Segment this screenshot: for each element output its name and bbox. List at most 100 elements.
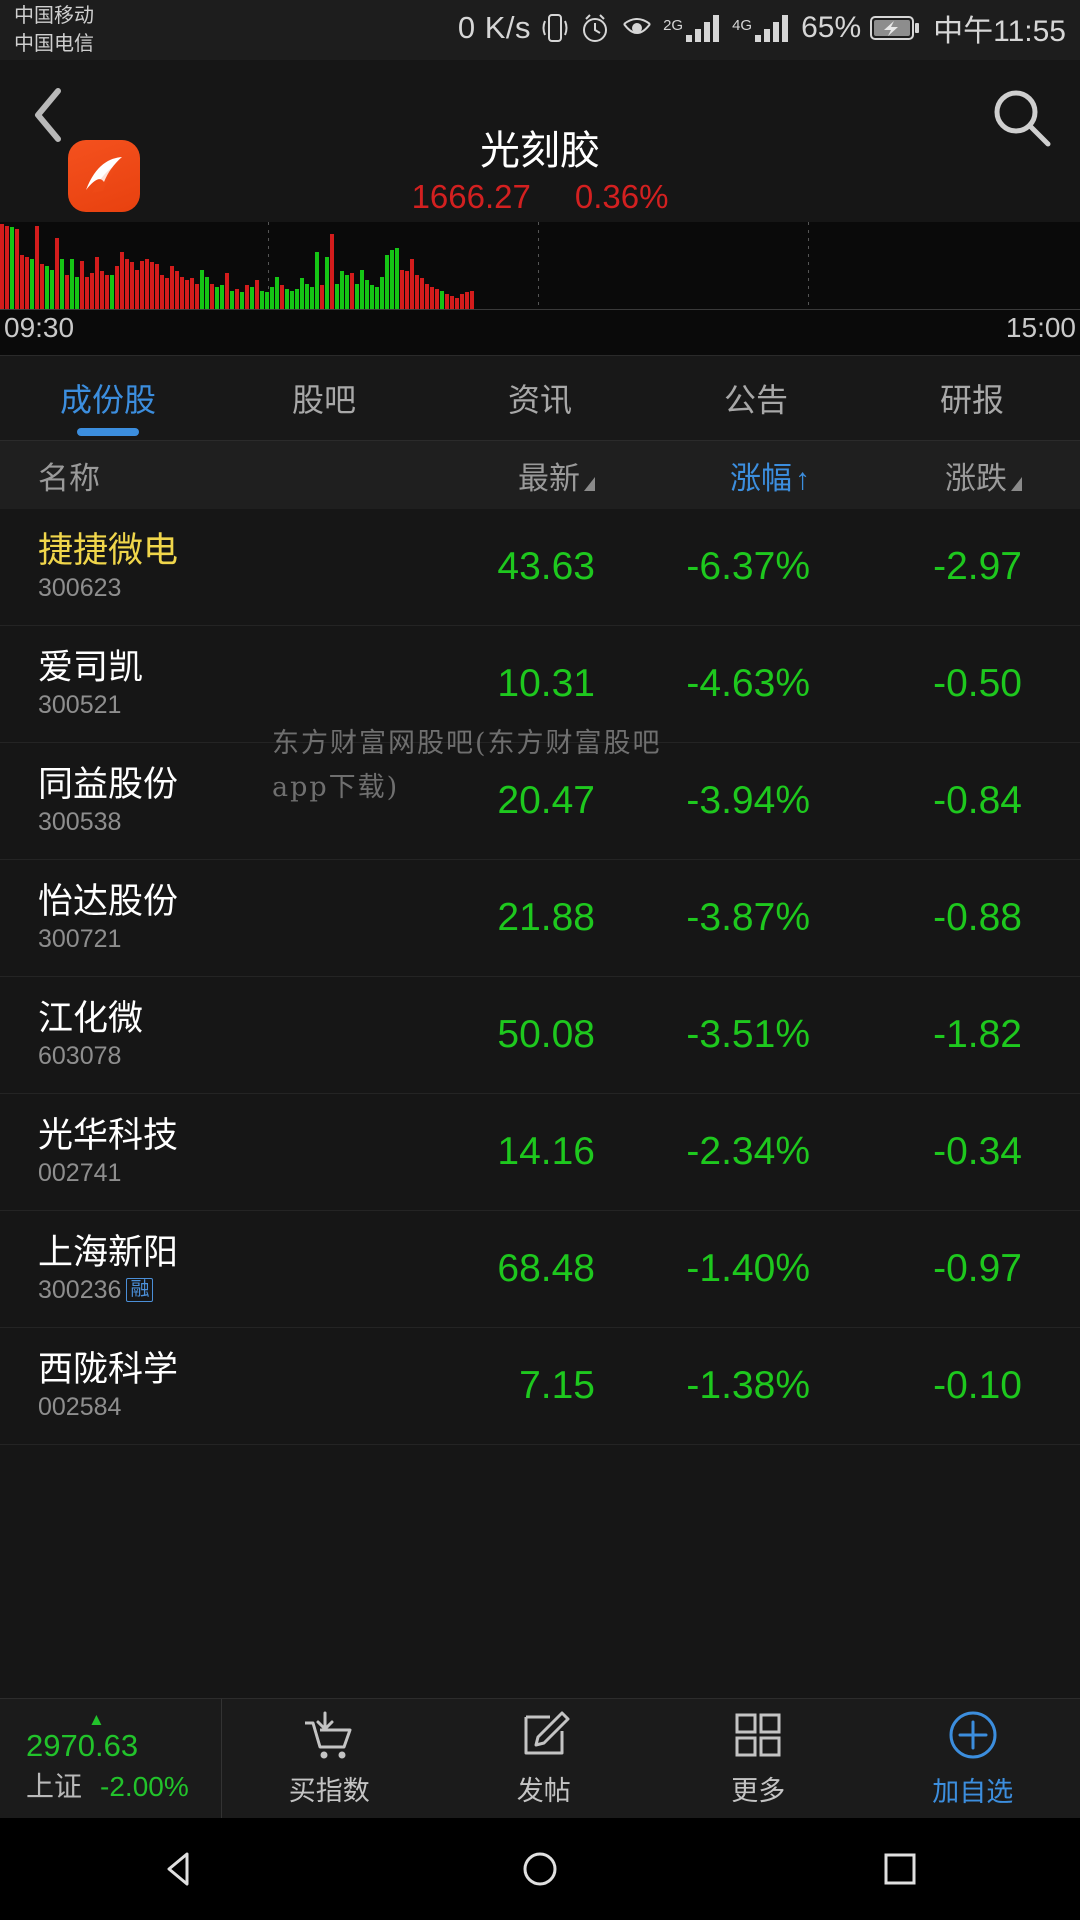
stock-code: 002584 <box>38 1393 122 1421</box>
table-row[interactable]: 同益股份 300538 20.47 -3.94% -0.84 <box>0 743 1080 860</box>
tab-3[interactable]: 公告 <box>648 356 864 440</box>
stock-latest-price: 14.16 <box>497 1130 595 1173</box>
toolbar-buy-index[interactable]: 买指数 <box>222 1709 437 1808</box>
volume-bar <box>85 276 89 310</box>
nav-home-button[interactable] <box>517 1846 563 1892</box>
intraday-volume-chart[interactable] <box>0 222 1080 310</box>
volume-bar <box>165 278 169 310</box>
volume-bar <box>95 257 99 310</box>
volume-bar <box>150 262 154 310</box>
volume-bar <box>35 226 39 310</box>
volume-bar <box>185 280 189 310</box>
stock-name: 西陇科学 <box>38 1350 179 1389</box>
table-row[interactable]: 江化微 603078 50.08 -3.51% -1.82 <box>0 977 1080 1094</box>
volume-bar <box>5 226 9 310</box>
tab-2[interactable]: 资讯 <box>432 356 648 440</box>
volume-bar <box>350 273 354 310</box>
volume-bar <box>155 264 159 310</box>
status-bar: 中国移动 中国电信 0 K/s 2G 4G 65% 中午11:55 <box>0 0 1080 60</box>
stock-latest-price: 7.15 <box>519 1364 595 1407</box>
table-row[interactable]: 上海新阳 300236 融 68.48 -1.40% -0.97 <box>0 1211 1080 1328</box>
stock-name: 爱司凯 <box>38 648 144 687</box>
tab-4[interactable]: 研报 <box>864 356 1080 440</box>
volume-bar <box>75 276 79 310</box>
tab-1[interactable]: 股吧 <box>216 356 432 440</box>
volume-bar <box>470 290 474 310</box>
nav-recents-button[interactable] <box>877 1846 923 1892</box>
table-row[interactable]: 爱司凯 300521 10.31 -4.63% -0.50 <box>0 626 1080 743</box>
index-change-pct: 0.36% <box>574 178 669 215</box>
volume-bar <box>410 258 414 310</box>
volume-bar <box>310 287 314 310</box>
volume-bar <box>460 294 464 310</box>
volume-bar <box>365 280 369 310</box>
toolbar-add-watchlist[interactable]: 加自选 <box>866 1708 1080 1809</box>
stock-name: 江化微 <box>38 999 144 1038</box>
plus-circle-icon <box>949 1711 997 1759</box>
tab-label: 成份股 <box>59 382 156 418</box>
table-row[interactable]: 怡达股份 300721 21.88 -3.87% -0.88 <box>0 860 1080 977</box>
column-latest[interactable]: 最新 <box>395 453 595 498</box>
volume-bar <box>290 290 294 310</box>
volume-bar <box>285 288 289 310</box>
row-name-cell: 江化微 603078 <box>0 998 395 1072</box>
volume-bar <box>105 274 109 310</box>
volume-bar <box>215 287 219 310</box>
column-change-pct[interactable]: 涨幅 ↑ <box>595 453 810 498</box>
volume-bar <box>205 276 209 310</box>
table-column-headers: 名称 最新 涨幅 ↑ 涨跌 <box>0 441 1080 509</box>
volume-bar <box>145 258 149 310</box>
table-row[interactable]: 西陇科学 002584 7.15 -1.38% -0.10 <box>0 1328 1080 1445</box>
toolbar-buy-index-label: 买指数 <box>288 1776 370 1806</box>
stock-code: 300521 <box>38 691 122 719</box>
volume-bar <box>260 290 264 310</box>
stock-change-pct: -1.40% <box>686 1247 810 1290</box>
volume-bar <box>220 285 224 310</box>
volume-bar <box>225 273 229 310</box>
bottom-toolbar: ▲ 2970.63 上证 -2.00% 买指数 发帖 更多 加自选 <box>0 1698 1080 1818</box>
row-name-cell: 光华科技 002741 <box>0 1115 395 1189</box>
volume-bar <box>110 274 114 310</box>
section-tabs[interactable]: 成份股 股吧 资讯 公告 研报 <box>0 356 1080 440</box>
index-price: 1666.27 <box>411 178 531 215</box>
volume-bar <box>320 285 324 310</box>
toolbar-more[interactable]: 更多 <box>651 1709 866 1808</box>
index-summary[interactable]: ▲ 2970.63 上证 -2.00% <box>0 1699 222 1818</box>
stock-list[interactable]: 捷捷微电 300623 43.63 -6.37% -2.97 爱司凯 300521 10.31… <box>0 509 1080 1445</box>
chart-time-end: 15:00 <box>1005 312 1076 343</box>
stock-name: 光华科技 <box>38 1116 179 1155</box>
stock-code: 002741 <box>38 1159 122 1187</box>
volume-bar <box>340 271 344 310</box>
sort-triangle-icon <box>584 476 595 491</box>
nav-home-circle-icon <box>523 1852 557 1886</box>
volume-bar <box>140 260 144 310</box>
toolbar-post[interactable]: 发帖 <box>437 1709 652 1808</box>
signal-2g-icon: 2G <box>663 13 723 43</box>
volume-bar <box>300 278 304 310</box>
volume-bar <box>435 288 439 310</box>
row-name-cell: 同益股份 300538 <box>0 764 395 838</box>
tab-0[interactable]: 成份股 <box>0 356 216 440</box>
volume-bar <box>60 258 64 310</box>
volume-bar <box>30 258 34 310</box>
volume-bar <box>135 269 139 310</box>
table-row[interactable]: 光华科技 002741 14.16 -2.34% -0.34 <box>0 1094 1080 1211</box>
stock-change-value: -0.10 <box>933 1364 1022 1407</box>
signal-2g-label: 2G <box>663 17 684 34</box>
nav-back-button[interactable] <box>157 1846 203 1892</box>
table-row[interactable]: 捷捷微电 300623 43.63 -6.37% -2.97 <box>0 509 1080 626</box>
stock-code-line: 300521 <box>38 689 395 721</box>
column-name[interactable]: 名称 <box>0 453 395 498</box>
stock-code: 300623 <box>38 574 122 602</box>
stock-code-line: 300623 <box>38 572 395 604</box>
column-change[interactable]: 涨跌 <box>810 453 1040 498</box>
volume-bar <box>20 255 24 310</box>
volume-bar <box>190 278 194 310</box>
volume-bar <box>395 248 399 310</box>
row-name-cell: 捷捷微电 300623 <box>0 530 395 604</box>
sort-triangle-icon <box>1011 476 1022 491</box>
search-button[interactable] <box>988 84 1054 150</box>
nav-recents-square-icon <box>884 1853 916 1885</box>
signal-4g-label: 4G <box>732 17 753 34</box>
toolbar-more-label: 更多 <box>731 1776 786 1806</box>
